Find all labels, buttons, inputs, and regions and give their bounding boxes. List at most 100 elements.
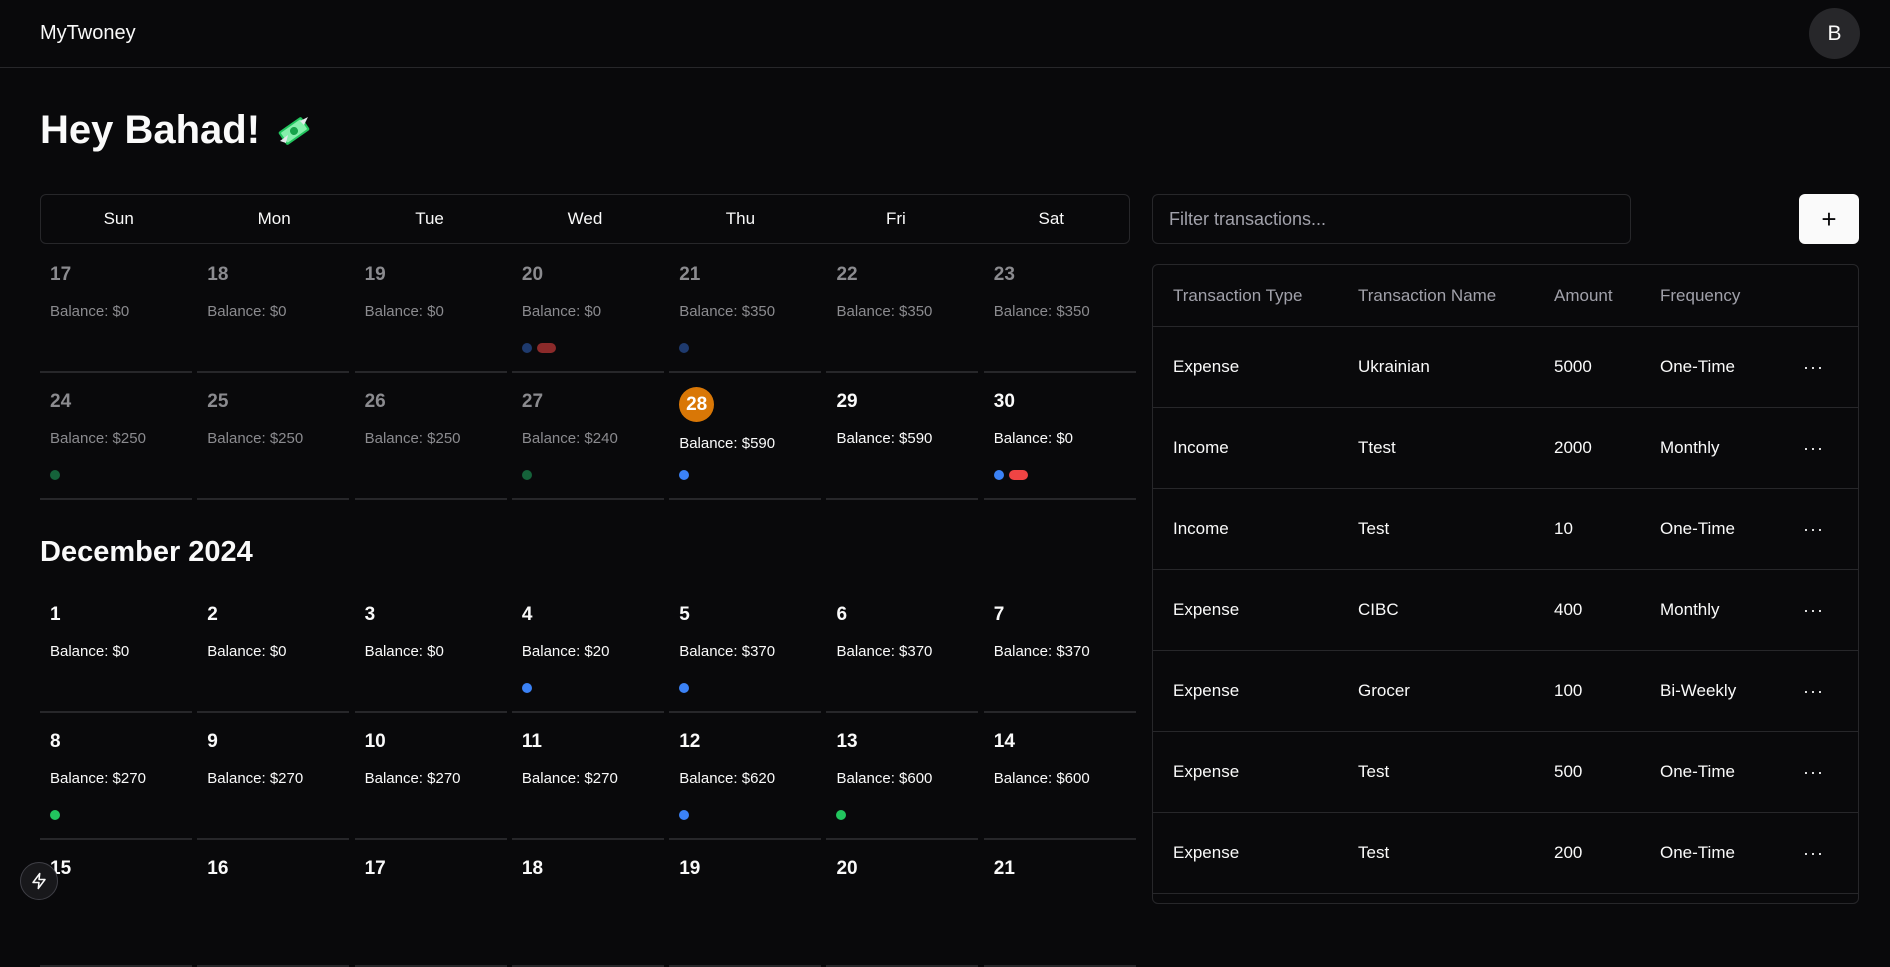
day-number: 24 (50, 391, 72, 412)
calendar-day[interactable]: 3 Balance: $0 (354, 586, 507, 713)
calendar-day[interactable]: 14 Balance: $600 (983, 713, 1136, 840)
table-row[interactable]: Expense Test 200 One-Time ··· (1153, 813, 1858, 894)
day-balance: Balance: $0 (207, 643, 287, 660)
row-actions-menu-icon[interactable]: ··· (1803, 732, 1824, 812)
filter-transactions-input[interactable] (1152, 194, 1631, 244)
transaction-name: Grocer (1358, 681, 1410, 700)
transaction-marker-blue (679, 343, 690, 353)
transaction-markers (50, 470, 60, 480)
transaction-marker-blue (679, 683, 690, 693)
transaction-markers (679, 343, 690, 353)
day-balance: Balance: $0 (993, 430, 1074, 447)
calendar-day[interactable]: 6 Balance: $370 (826, 586, 979, 713)
transaction-markers (521, 683, 532, 693)
transaction-marker-blue (521, 343, 532, 353)
day-number: 16 (207, 858, 229, 879)
transaction-markers (521, 470, 532, 480)
calendar-day[interactable]: 9 Balance: $270 (197, 713, 350, 840)
calendar-day[interactable]: 10 Balance: $270 (354, 713, 507, 840)
transaction-marker-red (536, 343, 556, 353)
calendar-day[interactable]: 13 Balance: $600 (826, 713, 979, 840)
transaction-name: Test (1358, 843, 1390, 862)
calendar-day[interactable]: 12 Balance: $620 (669, 713, 822, 840)
transaction-type: Expense (1173, 762, 1240, 781)
day-number: 20 (836, 858, 858, 879)
transaction-markers (521, 343, 556, 353)
calendar-day[interactable]: 4 Balance: $20 (511, 586, 664, 713)
day-number: 10 (364, 731, 386, 752)
row-actions-menu-icon[interactable]: ··· (1803, 408, 1824, 488)
transaction-name: CIBC (1358, 600, 1399, 619)
add-transaction-button[interactable]: + (1799, 194, 1859, 244)
app-title[interactable]: MyTwoney (40, 22, 136, 45)
weekday-label-sun: Sun (103, 209, 134, 228)
table-header-row: Transaction Type Transaction Name Amount… (1153, 265, 1858, 327)
calendar-day[interactable]: 18 Balance: $0 (197, 246, 350, 373)
day-number: 12 (679, 731, 701, 752)
day-balance: Balance: $250 (207, 430, 304, 447)
transaction-name: Test (1358, 762, 1390, 781)
table-row[interactable]: Income Ttest 2000 Monthly ··· (1153, 408, 1858, 489)
calendar-day[interactable]: 20 (826, 840, 979, 967)
table-row[interactable]: Expense Test 500 One-Time ··· (1153, 732, 1858, 813)
calendar-day[interactable]: 25 Balance: $250 (197, 373, 350, 500)
transaction-frequency: One-Time (1660, 357, 1735, 376)
row-actions-menu-icon[interactable]: ··· (1803, 489, 1824, 569)
transaction-markers (679, 683, 690, 693)
row-actions-menu-icon[interactable]: ··· (1803, 570, 1824, 650)
calendar-day[interactable]: 21 (983, 840, 1136, 967)
calendar-day[interactable]: 8 Balance: $270 (40, 713, 192, 840)
calendar-weekday-header: Sun Mon Tue Wed Thu Fri Sat (40, 194, 1130, 244)
calendar-day[interactable]: 23 Balance: $350 (983, 246, 1136, 373)
table-row[interactable]: Expense CIBC 400 Monthly ··· (1153, 570, 1858, 651)
calendar-week-row: 24 Balance: $250 25 Balance: $250 26 Balance:… (40, 373, 1136, 500)
calendar-day[interactable]: 1 Balance: $0 (40, 586, 192, 713)
calendar-day[interactable]: 19 (669, 840, 822, 967)
transaction-markers (993, 470, 1028, 480)
calendar-day[interactable]: 27 Balance: $240 (511, 373, 664, 500)
transaction-amount: 500 (1554, 762, 1583, 781)
calendar-day[interactable]: 11 Balance: $270 (511, 713, 664, 840)
calendar-day[interactable]: 15 (40, 840, 192, 967)
day-number: 9 (207, 731, 218, 752)
table-row[interactable]: Expense Grocer 100 Bi-Weekly ··· (1153, 651, 1858, 732)
calendar-day[interactable]: 17 (354, 840, 507, 967)
calendar-day[interactable]: 16 (197, 840, 350, 967)
row-actions-menu-icon[interactable]: ··· (1803, 327, 1824, 407)
day-balance: Balance: $370 (836, 643, 933, 660)
day-balance: Balance: $0 (364, 643, 444, 660)
transaction-markers (836, 810, 847, 820)
transaction-marker-blue (679, 470, 690, 480)
transaction-type: Expense (1173, 681, 1240, 700)
day-balance: Balance: $370 (993, 643, 1090, 660)
day-balance: Balance: $270 (207, 770, 304, 787)
day-balance: Balance: $600 (836, 770, 933, 787)
transaction-name: Test (1358, 519, 1390, 538)
calendar-day[interactable]: 21 Balance: $350 (669, 246, 822, 373)
row-actions-menu-icon[interactable]: ··· (1803, 651, 1824, 731)
calendar-day[interactable]: 22 Balance: $350 (826, 246, 979, 373)
table-row[interactable]: Income Test 10 One-Time ··· (1153, 489, 1858, 570)
calendar-day[interactable]: 5 Balance: $370 (669, 586, 822, 713)
calendar-day[interactable]: 20 Balance: $0 (511, 246, 664, 373)
day-balance: Balance: $350 (836, 303, 933, 320)
calendar-day[interactable]: 7 Balance: $370 (983, 586, 1136, 713)
calendar-day[interactable]: 19 Balance: $0 (354, 246, 507, 373)
day-balance: Balance: $350 (679, 303, 776, 320)
row-actions-menu-icon[interactable]: ··· (1803, 813, 1824, 893)
calendar-day[interactable]: 24 Balance: $250 (40, 373, 192, 500)
user-avatar[interactable]: B (1809, 8, 1860, 59)
calendar-day[interactable]: 2 Balance: $0 (197, 586, 350, 713)
day-number: 11 (521, 731, 542, 752)
calendar-day[interactable]: 18 (511, 840, 664, 967)
transaction-frequency: Bi-Weekly (1660, 681, 1737, 700)
day-balance: Balance: $0 (50, 643, 130, 660)
table-row[interactable]: Expense Ukrainian 5000 One-Time ··· (1153, 327, 1858, 408)
lightning-icon[interactable] (20, 862, 58, 900)
calendar-day[interactable]: 30 Balance: $0 (983, 373, 1136, 500)
calendar-day-today[interactable]: 28 Balance: $590 (669, 373, 822, 500)
transaction-frequency: Monthly (1660, 438, 1720, 457)
calendar-day[interactable]: 29 Balance: $590 (826, 373, 979, 500)
calendar-day[interactable]: 17 Balance: $0 (40, 246, 192, 373)
calendar-day[interactable]: 26 Balance: $250 (354, 373, 507, 500)
